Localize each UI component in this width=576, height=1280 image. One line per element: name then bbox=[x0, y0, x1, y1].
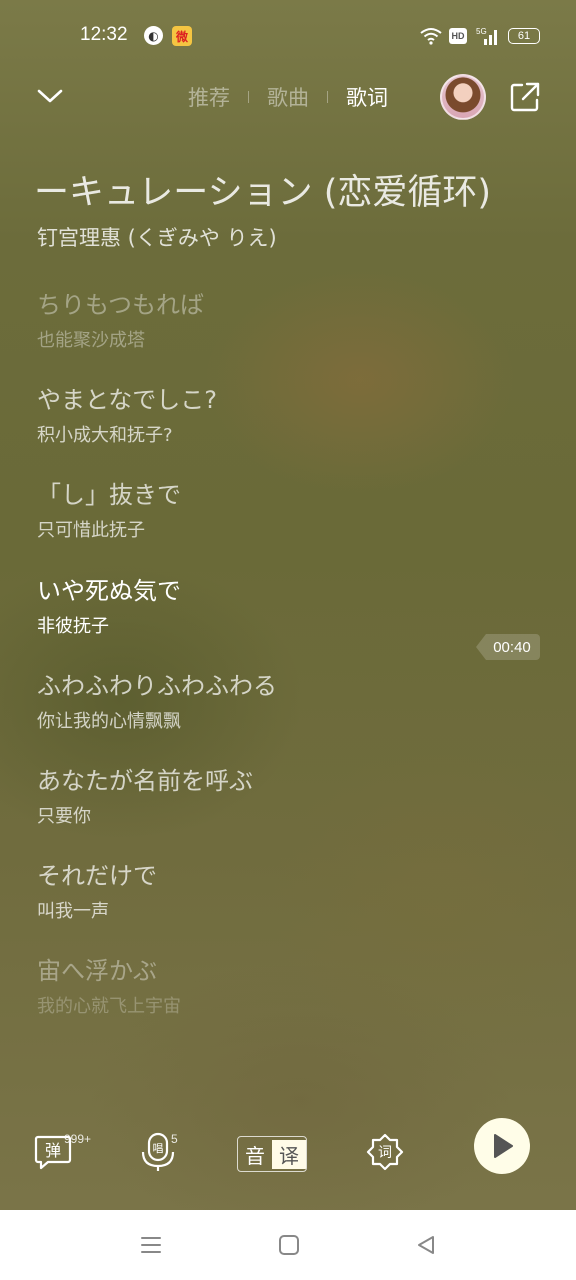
home-icon[interactable] bbox=[276, 1232, 302, 1258]
lyric-original: ふわふわりふわふわる bbox=[37, 671, 277, 700]
lyric-translation: 我的心就飞上宇宙 bbox=[37, 996, 181, 1018]
lyric-original: 宙へ浮かぶ bbox=[37, 957, 157, 986]
lyric-line[interactable]: あなたが名前を呼ぶ 只要你 bbox=[37, 764, 457, 859]
wifi-icon bbox=[420, 26, 442, 46]
battery-level: 61 bbox=[517, 30, 531, 42]
lyric-original: それだけで bbox=[37, 862, 157, 891]
tab-lyrics[interactable]: 歌词 bbox=[346, 82, 388, 112]
lyric-original: いや死ぬ気で bbox=[37, 576, 181, 605]
lyric-original: 「し」抜きで bbox=[37, 481, 181, 510]
sing-count-badge: 5 bbox=[171, 1132, 178, 1146]
share-icon[interactable] bbox=[508, 80, 542, 114]
danmu-count-badge: 999+ bbox=[64, 1132, 92, 1146]
lyric-original: ちりもつもれば bbox=[37, 291, 205, 319]
lyrics-list[interactable]: ちりもつもれば 也能聚沙成塔 やまとなでしこ? 积小成大和抚子? 「し」抜きで … bbox=[37, 288, 457, 1050]
lyric-original: あなたが名前を呼ぶ bbox=[37, 766, 253, 795]
lyric-translation: 非彼抚子 bbox=[37, 615, 109, 637]
system-nav-bar bbox=[0, 1210, 576, 1280]
seek-timestamp[interactable]: 00:40 bbox=[476, 634, 540, 660]
lyric-translation: 你让我的心情飘飘 bbox=[37, 710, 181, 732]
signal-icon: 5G bbox=[476, 26, 500, 46]
lyric-line[interactable]: やまとなでしこ? 积小成大和抚子? bbox=[37, 383, 457, 478]
bottom-toolbar: 弹 999+ 唱 5 音 译 词 bbox=[0, 1118, 576, 1188]
artist-name[interactable]: 钉宫理惠 (くぎみや りえ) bbox=[37, 222, 277, 252]
lyrics-screen: 12:32 ◐ 微 HD 5G 61 推荐 歌曲 歌词 ーキュレーション (恋爱… bbox=[0, 0, 576, 1210]
lyric-line[interactable]: ふわふわりふわふわる 你让我的心情飘飘 bbox=[37, 669, 457, 764]
lyric-translation: 只要你 bbox=[37, 805, 91, 827]
menu-icon[interactable] bbox=[138, 1232, 164, 1258]
lyrics-style-label: 词 bbox=[378, 1145, 392, 1161]
lyric-translation: 叫我一声 bbox=[37, 901, 109, 923]
lyrics-style-button[interactable]: 词 bbox=[366, 1133, 404, 1173]
lyric-line[interactable]: 宙へ浮かぶ 我的心就飞上宇宙 bbox=[37, 954, 457, 1049]
status-bar: 12:32 ◐ 微 HD 5G 61 bbox=[0, 22, 576, 52]
chevron-down-icon[interactable] bbox=[34, 80, 66, 112]
tab-recommend[interactable]: 推荐 bbox=[188, 82, 230, 112]
song-title: ーキュレーション (恋爱循环) bbox=[34, 173, 492, 213]
lyric-original: やまとなでしこ? bbox=[37, 386, 218, 415]
weibo-icon: 微 bbox=[172, 26, 192, 46]
hd-icon: HD bbox=[449, 28, 467, 44]
avatar[interactable] bbox=[440, 74, 486, 120]
lyric-line[interactable]: それだけで 叫我一声 bbox=[37, 859, 457, 954]
lyric-translation: 也能聚沙成塔 bbox=[37, 330, 145, 351]
danmu-label: 弹 bbox=[45, 1141, 61, 1160]
lyric-line-current[interactable]: いや死ぬ気で 非彼抚子 bbox=[37, 574, 457, 669]
toggle-original[interactable]: 音 bbox=[238, 1140, 272, 1169]
status-time: 12:32 bbox=[80, 24, 128, 45]
play-icon bbox=[494, 1134, 513, 1158]
network-type-label: 5G bbox=[476, 27, 487, 36]
play-button[interactable] bbox=[474, 1118, 530, 1174]
lyric-translation: 积小成大和抚子? bbox=[37, 425, 173, 447]
tab-song[interactable]: 歌曲 bbox=[267, 82, 309, 112]
lyric-line[interactable]: 「し」抜きで 只可惜此抚子 bbox=[37, 478, 457, 573]
battery-icon: 61 bbox=[508, 28, 540, 44]
sing-label: 唱 bbox=[153, 1142, 164, 1155]
app-notification-icon: ◐ bbox=[144, 26, 163, 45]
back-icon[interactable] bbox=[413, 1232, 439, 1258]
tab-divider bbox=[327, 91, 328, 103]
lyric-translation: 只可惜此抚子 bbox=[37, 520, 145, 542]
tab-bar: 推荐 歌曲 歌词 bbox=[188, 82, 388, 112]
lyric-line[interactable]: ちりもつもれば 也能聚沙成塔 bbox=[37, 288, 457, 383]
tab-divider bbox=[248, 91, 249, 103]
top-nav: 推荐 歌曲 歌词 bbox=[0, 70, 576, 122]
translation-toggle[interactable]: 音 译 bbox=[237, 1136, 307, 1172]
toggle-translation[interactable]: 译 bbox=[272, 1139, 306, 1169]
